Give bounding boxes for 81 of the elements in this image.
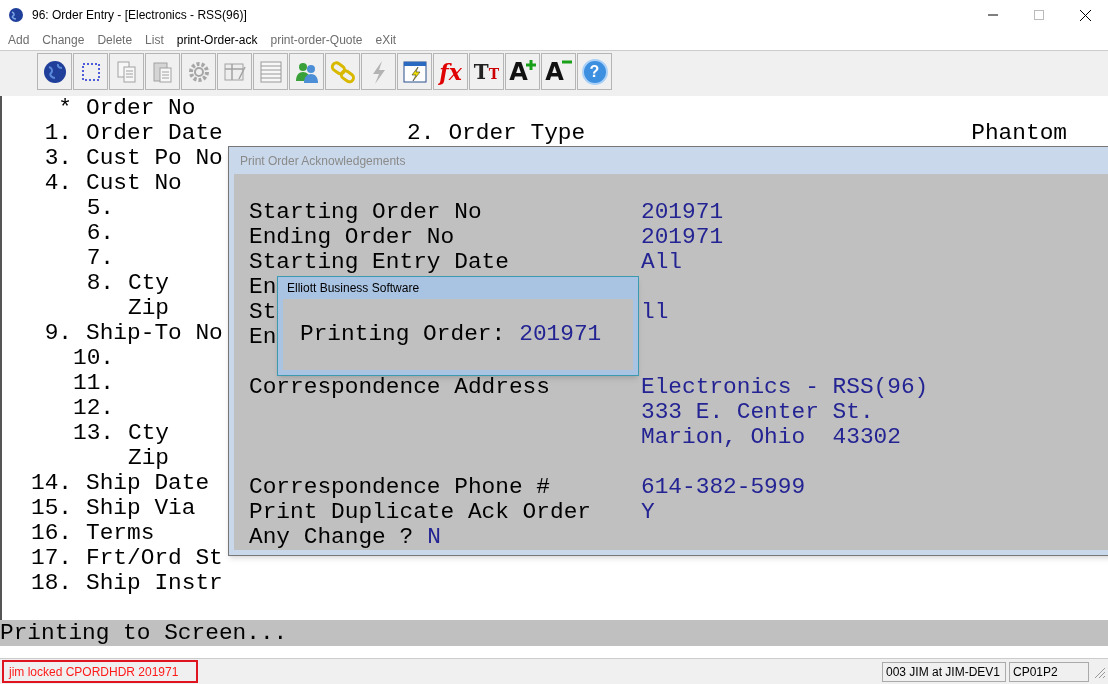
field-label: Cty [128,421,170,446]
field-number: 7. [86,245,114,271]
dialog-title: Print Order Acknowledgements [240,154,406,167]
field-label: Order Type [448,121,586,146]
field-label: Ending Order No [249,224,455,250]
message-text: Printing to Screen... [0,620,288,646]
field-number: 5. [86,195,114,221]
field-label: Cty [128,271,170,296]
close-icon [1079,9,1091,21]
field-label: Zip [128,446,170,471]
field-number: 17. [30,545,72,571]
field-value: 201971 [641,200,724,225]
field-number: 12. [72,395,114,421]
field-label: Starting Order No [249,199,482,225]
toolbar-button[interactable] [397,53,432,90]
toolbar-button[interactable]: A [541,53,576,90]
field-label: En [249,274,277,300]
field-value: 333 E. Center St. [641,400,874,425]
field-value: 201971 [641,225,724,250]
field-number: 9. [44,320,72,346]
prompt-value: N [427,525,441,550]
program-status: CP01P2 [1009,661,1089,682]
toolbar-button[interactable]: TT [469,53,504,90]
field-label: Cust No [86,171,182,196]
window-lightning-icon [401,58,428,85]
field-value: Electronics - RSS(96) [641,375,929,400]
field-number: 2. [407,121,435,146]
message-label: Printing Order: [300,322,506,347]
toolbar-button[interactable]: A [505,53,540,90]
field-value: 614-382-5999 [641,475,806,500]
field-label: Cust Po No [86,146,223,171]
field-label: Ship Instr [86,571,223,596]
globe-icon [8,7,24,23]
field-label: Terms [86,521,155,546]
prompt-label: Any Change ? [249,525,414,550]
table-icon [257,58,284,85]
field-number: 11. [72,370,114,396]
field-label: Starting Entry Date [249,249,509,275]
field-number: 18. [30,570,72,596]
field-label: En [249,324,277,350]
field-label: Ship Via [86,496,196,521]
field-number: 3. [44,145,72,171]
field-label: Ship Date [86,471,210,496]
field-label: Zip [128,296,170,321]
field-value: Y [641,500,655,525]
function-icon: fx [439,60,462,83]
chain-link-icon [329,58,356,85]
message-value: 201971 [519,322,602,347]
field-number: 10. [72,345,114,371]
field-label: Correspondence Address [249,374,550,400]
lock-message: jim locked CPORDHDR 201971 [2,660,198,683]
toolbar-button[interactable]: fx [433,53,468,90]
field-number: 1. [44,120,72,146]
message-box-title: Elliott Business Software [287,282,420,294]
field-number: 16. [30,520,72,546]
toolbar-button[interactable] [73,53,108,90]
maximize-icon [1034,10,1044,20]
user-status: 003 JIM at JIM-DEV1 [882,661,1006,682]
field-value: Marion, Ohio 43302 [641,425,901,450]
globe-icon [41,58,68,85]
field-label: St [249,299,277,325]
field-label: Frt/Ord St [86,546,223,571]
field-value: Phantom [971,121,1067,146]
field-number: 8. [86,270,114,296]
field-number: 15. [30,495,72,521]
window-title: 96: Order Entry - [Electronics - RSS(96)] [32,7,247,24]
text-size-icon: TT [473,61,500,82]
field-label: Print Duplicate Ack Order [249,499,591,525]
field-label: Order Date [86,121,223,146]
field-label: Order No [86,96,196,121]
field-number: 6. [86,220,114,246]
field-number: 4. [44,170,72,196]
field-label: Correspondence Phone # [249,474,550,500]
toolbar-button[interactable] [37,53,72,90]
field-number: * [58,95,72,121]
field-number: 13. [72,420,114,446]
field-label: Ship-To No [86,321,223,346]
field-value: ll [641,300,669,325]
menu-item[interactable]: print-Order-ack [176,31,258,49]
field-number: 14. [30,470,72,496]
field-value: All [641,250,683,275]
